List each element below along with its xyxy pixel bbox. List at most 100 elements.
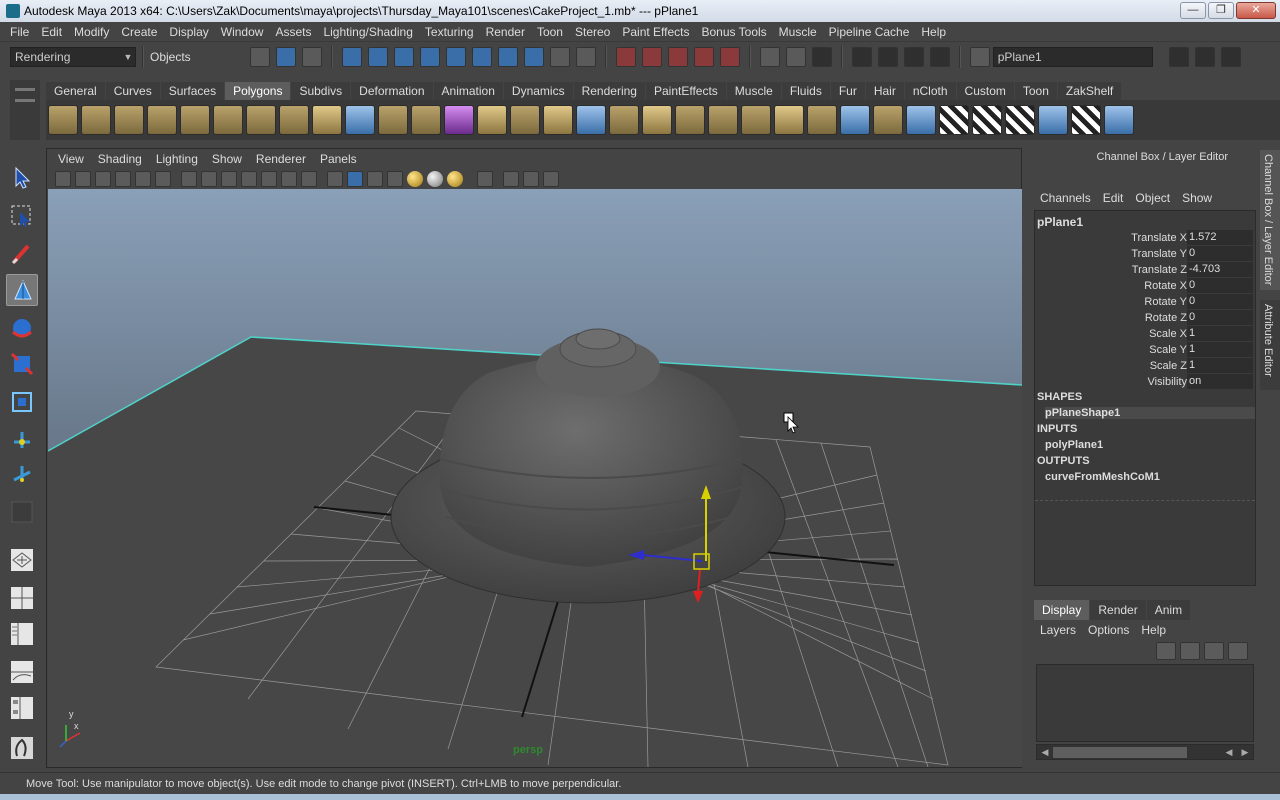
render-current-frame-icon[interactable] xyxy=(851,47,872,67)
menu-muscle[interactable]: Muscle xyxy=(773,25,823,39)
render-view-icon[interactable] xyxy=(811,47,832,67)
poly-insert-loop-icon[interactable] xyxy=(675,105,705,135)
poly-extrude-icon[interactable] xyxy=(477,105,507,135)
poly-separate-icon[interactable] xyxy=(378,105,408,135)
channel-box-menu-channels[interactable]: Channels xyxy=(1034,191,1097,205)
ipr-render-icon[interactable] xyxy=(877,47,898,67)
poly-wedge-icon[interactable] xyxy=(741,105,771,135)
textured-icon[interactable] xyxy=(387,171,403,187)
select-camera-icon[interactable] xyxy=(55,171,71,187)
toggle-channel-box-icon[interactable] xyxy=(1220,47,1241,67)
shelf-tab-muscle[interactable]: Muscle xyxy=(726,82,781,100)
attribute-label[interactable]: Scale Z xyxy=(1150,358,1187,374)
move-layer-down-icon[interactable] xyxy=(1180,642,1200,660)
scene-view[interactable]: x y persp xyxy=(48,189,1022,767)
new-layer-icon[interactable] xyxy=(1204,642,1224,660)
attribute-label[interactable]: Translate Z xyxy=(1132,262,1187,278)
single-pane-layout-icon[interactable] xyxy=(6,544,38,576)
poly-pyramid-icon[interactable] xyxy=(246,105,276,135)
make-live-icon[interactable] xyxy=(719,47,740,67)
shelf-menu-handle[interactable] xyxy=(10,80,40,140)
attribute-label[interactable]: Rotate Z xyxy=(1145,310,1187,326)
shelf-tab-fur[interactable]: Fur xyxy=(830,82,865,100)
perspective-viewport[interactable]: View Shading Lighting Show Renderer Pane… xyxy=(46,148,1022,768)
shelf-tab-custom[interactable]: Custom xyxy=(956,82,1014,100)
menu-assets[interactable]: Assets xyxy=(269,25,317,39)
shelf-tab-hair[interactable]: Hair xyxy=(865,82,904,100)
viewport-menu-panels[interactable]: Panels xyxy=(313,152,364,166)
poly-torus-icon[interactable] xyxy=(213,105,243,135)
safe-action-icon[interactable] xyxy=(281,171,297,187)
bookmarks-icon[interactable] xyxy=(95,171,111,187)
attribute-label[interactable]: Rotate Y xyxy=(1144,294,1187,310)
poly-split-icon[interactable] xyxy=(609,105,639,135)
use-all-lights-icon[interactable] xyxy=(407,171,423,187)
hypershade-layout-icon[interactable] xyxy=(6,692,38,724)
persp-graph-layout-icon[interactable] xyxy=(6,656,38,688)
attribute-label[interactable]: Rotate X xyxy=(1144,278,1187,294)
layer-tab-render[interactable]: Render xyxy=(1090,600,1146,620)
image-plane-icon[interactable] xyxy=(115,171,131,187)
toon-outline-icon[interactable] xyxy=(1038,105,1068,135)
menu-set-dropdown[interactable]: Rendering ▼ xyxy=(10,47,136,67)
layer-horizontal-scrollbar[interactable]: ◀ ◀ ▶ xyxy=(1036,744,1254,760)
shelf-tab-deformation[interactable]: Deformation xyxy=(351,82,433,100)
shelf-tab-dynamics[interactable]: Dynamics xyxy=(503,82,573,100)
universal-manipulator-icon[interactable] xyxy=(6,386,38,418)
menu-modify[interactable]: Modify xyxy=(68,25,115,39)
toggle-tool-settings-icon[interactable] xyxy=(1194,47,1215,67)
shelf-tab-toon[interactable]: Toon xyxy=(1014,82,1057,100)
menu-lighting-shading[interactable]: Lighting/Shading xyxy=(317,25,418,39)
safe-title-icon[interactable] xyxy=(301,171,317,187)
poly-smooth-icon[interactable] xyxy=(411,105,441,135)
xray-joints-icon[interactable] xyxy=(523,171,539,187)
viewport-menu-renderer[interactable]: Renderer xyxy=(249,152,313,166)
menu-paint-effects[interactable]: Paint Effects xyxy=(616,25,695,39)
select-deformations-icon[interactable] xyxy=(445,47,466,67)
shelf-tab-fluids[interactable]: Fluids xyxy=(781,82,830,100)
menu-stereo[interactable]: Stereo xyxy=(569,25,616,39)
poly-soccer-ball-icon[interactable] xyxy=(312,105,342,135)
shelf-tab-zakshelf[interactable]: ZakShelf xyxy=(1057,82,1122,100)
snap-to-view-plane-icon[interactable] xyxy=(693,47,714,67)
poly-poke-icon[interactable] xyxy=(774,105,804,135)
viewport-menu-lighting[interactable]: Lighting xyxy=(149,152,205,166)
poly-extract-icon[interactable] xyxy=(840,105,870,135)
poly-mirror-icon[interactable] xyxy=(873,105,903,135)
input-output-icon[interactable] xyxy=(759,47,780,67)
screen-space-ao-icon[interactable] xyxy=(447,171,463,187)
poly-plane-icon[interactable] xyxy=(180,105,210,135)
isolate-select-icon[interactable] xyxy=(477,171,493,187)
lock-selection-icon[interactable] xyxy=(549,47,570,67)
side-tab-channel-box[interactable]: Channel Box / Layer Editor xyxy=(1260,150,1280,290)
resolution-gate-icon[interactable] xyxy=(221,171,237,187)
show-manipulator-icon[interactable] xyxy=(6,458,38,490)
channel-box-menu-edit[interactable]: Edit xyxy=(1097,191,1130,205)
attribute-value[interactable]: -4.703 xyxy=(1187,262,1253,277)
menu-window[interactable]: Window xyxy=(215,25,270,39)
poly-pipe-icon[interactable] xyxy=(279,105,309,135)
poly-bridge-icon[interactable] xyxy=(510,105,540,135)
select-tool-icon[interactable] xyxy=(6,162,38,194)
quick-select-field[interactable]: pPlane1 xyxy=(992,47,1153,67)
select-surfaces-icon[interactable] xyxy=(419,47,440,67)
viewport-menu-shading[interactable]: Shading xyxy=(91,152,149,166)
attribute-label[interactable]: Scale Y xyxy=(1149,342,1187,358)
uv-layout-icon[interactable] xyxy=(1005,105,1035,135)
poly-cone-icon[interactable] xyxy=(147,105,177,135)
transfer-attributes-icon[interactable] xyxy=(1104,105,1134,135)
poly-cube-icon[interactable] xyxy=(81,105,111,135)
gate-mask-icon[interactable] xyxy=(241,171,257,187)
menu-texturing[interactable]: Texturing xyxy=(419,25,480,39)
menu-edit[interactable]: Edit xyxy=(35,25,68,39)
new-layer-from-selection-icon[interactable] xyxy=(1228,642,1248,660)
shape-node[interactable]: pPlaneShape1 xyxy=(1045,407,1255,419)
field-chart-icon[interactable] xyxy=(261,171,277,187)
attribute-label[interactable]: Visibility xyxy=(1147,374,1187,390)
menu-pipeline-cache[interactable]: Pipeline Cache xyxy=(823,25,916,39)
attribute-value[interactable]: 0 xyxy=(1187,310,1253,325)
xray-icon[interactable] xyxy=(503,171,519,187)
poly-combine-icon[interactable] xyxy=(345,105,375,135)
film-gate-icon[interactable] xyxy=(201,171,217,187)
layer-menu-layers[interactable]: Layers xyxy=(1034,623,1082,637)
